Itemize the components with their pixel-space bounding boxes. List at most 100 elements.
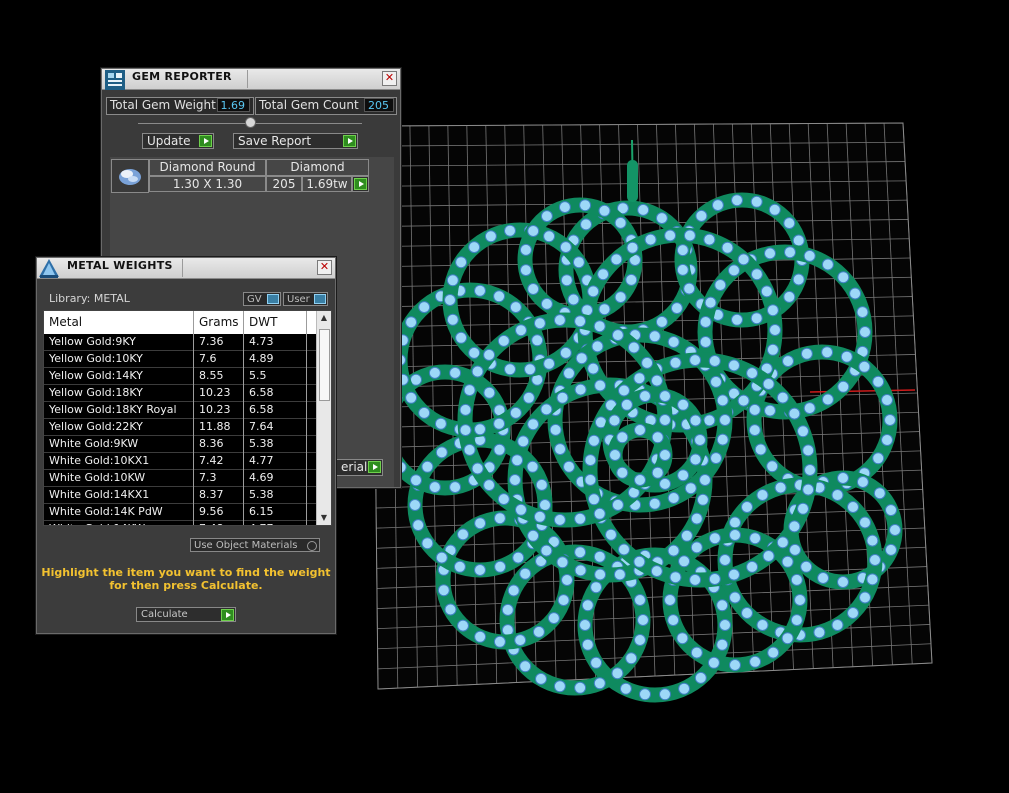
cell-metal: Yellow Gold:22KY bbox=[49, 420, 143, 433]
gem-count: 205 bbox=[266, 176, 302, 192]
user-label: User bbox=[287, 294, 310, 305]
table-row[interactable]: Yellow Gold:22KY 11.88 7.64 bbox=[44, 419, 316, 436]
close-icon[interactable]: ✕ bbox=[382, 71, 397, 86]
cell-grams: 8.36 bbox=[199, 437, 224, 450]
library-label: Library: METAL bbox=[49, 292, 130, 305]
metal-table-header: Metal Grams DWT bbox=[44, 311, 316, 333]
arrow-right-icon bbox=[343, 135, 356, 147]
table-row[interactable]: White Gold:10KX1 7.42 4.77 bbox=[44, 453, 316, 470]
cell-metal: White Gold:14KX1 bbox=[49, 488, 150, 501]
gem-detail-button[interactable] bbox=[352, 176, 369, 192]
save-report-label: Save Report bbox=[238, 134, 312, 148]
gem-weight: 1.69tw bbox=[302, 176, 352, 192]
material-button-label: erial bbox=[341, 460, 368, 474]
metal-table-scrollbar[interactable]: ▲ ▼ bbox=[316, 311, 331, 525]
cell-dwt: 4.77 bbox=[249, 522, 274, 525]
use-object-materials-label: Use Object Materials bbox=[194, 540, 298, 551]
update-label: Update bbox=[147, 134, 191, 148]
cell-grams: 7.6 bbox=[199, 352, 217, 365]
gv-label: GV bbox=[247, 294, 262, 305]
table-row[interactable]: Yellow Gold:18KY Royal 10.23 6.58 bbox=[44, 402, 316, 419]
total-gem-count-value: 205 bbox=[364, 98, 394, 112]
table-row[interactable]: Yellow Gold:9KY 7.36 4.73 bbox=[44, 334, 316, 351]
table-row[interactable]: White Gold:14K PdW 9.56 6.15 bbox=[44, 504, 316, 521]
cell-grams: 8.55 bbox=[199, 369, 224, 382]
table-row[interactable]: Yellow Gold:14KY 8.55 5.5 bbox=[44, 368, 316, 385]
hint-line-2: for then press Calculate. bbox=[109, 579, 263, 592]
column-metal[interactable]: Metal bbox=[49, 315, 82, 329]
cell-dwt: 4.69 bbox=[249, 471, 274, 484]
gem-reporter-titlebar[interactable]: GEM REPORTER ✕ bbox=[102, 69, 400, 90]
cell-metal: White Gold:9KW bbox=[49, 437, 139, 450]
gem-row[interactable]: Diamond Round Diamond 1.30 X 1.30 205 1.… bbox=[111, 159, 369, 193]
cell-grams: 7.3 bbox=[199, 471, 217, 484]
cell-dwt: 5.38 bbox=[249, 437, 274, 450]
table-row[interactable]: White Gold:9KW 8.36 5.38 bbox=[44, 436, 316, 453]
cell-metal: White Gold:14K PdW bbox=[49, 505, 163, 518]
cell-grams: 10.23 bbox=[199, 386, 231, 399]
cell-metal: Yellow Gold:18KY Royal bbox=[49, 403, 177, 416]
metal-weights-panel: METAL WEIGHTS ✕ Library: METAL GV User M… bbox=[36, 257, 336, 634]
gem-reporter-title: GEM REPORTER bbox=[132, 70, 232, 83]
cell-dwt: 6.58 bbox=[249, 403, 274, 416]
arrow-right-icon bbox=[354, 178, 367, 190]
cell-grams: 9.56 bbox=[199, 505, 224, 518]
use-object-materials-toggle[interactable]: Use Object Materials bbox=[190, 538, 320, 552]
gv-toggle[interactable]: GV bbox=[243, 292, 281, 306]
cell-metal: Yellow Gold:9KY bbox=[49, 335, 136, 348]
calculate-button[interactable]: Calculate bbox=[136, 607, 236, 622]
calculate-label: Calculate bbox=[141, 609, 188, 620]
scroll-up-icon[interactable]: ▲ bbox=[317, 311, 331, 325]
cell-dwt: 7.64 bbox=[249, 420, 274, 433]
gem-round-icon bbox=[111, 159, 149, 193]
hint-line-1: Highlight the item you want to find the … bbox=[41, 566, 331, 579]
table-row[interactable]: White Gold:14KW 7.48 4.77 bbox=[44, 521, 316, 525]
metal-weights-titlebar[interactable]: METAL WEIGHTS ✕ bbox=[37, 258, 335, 279]
cell-metal: White Gold:10KW bbox=[49, 471, 146, 484]
metal-weights-title: METAL WEIGHTS bbox=[67, 259, 173, 272]
user-toggle[interactable]: User bbox=[283, 292, 328, 306]
gem-material: Diamond bbox=[266, 159, 369, 176]
total-gem-weight-label: Total Gem Weight bbox=[110, 98, 216, 112]
gem-size: 1.30 X 1.30 bbox=[149, 176, 266, 192]
slider-handle-icon[interactable] bbox=[245, 117, 256, 128]
gem-reporter-app-icon bbox=[104, 69, 126, 91]
cell-grams: 7.36 bbox=[199, 335, 224, 348]
scroll-thumb[interactable] bbox=[319, 329, 330, 401]
close-icon[interactable]: ✕ bbox=[317, 260, 332, 275]
arrow-right-icon bbox=[368, 461, 381, 473]
cell-metal: Yellow Gold:10KY bbox=[49, 352, 143, 365]
metal-weights-app-icon bbox=[37, 257, 59, 279]
gem-shape: Diamond Round bbox=[149, 159, 266, 176]
table-row[interactable]: White Gold:10KW 7.3 4.69 bbox=[44, 470, 316, 487]
cell-metal: Yellow Gold:14KY bbox=[49, 369, 143, 382]
arrow-right-icon bbox=[221, 609, 234, 621]
column-dwt[interactable]: DWT bbox=[249, 315, 277, 329]
cell-dwt: 5.5 bbox=[249, 369, 267, 382]
update-button[interactable]: Update bbox=[142, 133, 214, 149]
material-button[interactable]: erial bbox=[336, 459, 383, 476]
cell-dwt: 4.77 bbox=[249, 454, 274, 467]
bail bbox=[627, 160, 638, 202]
cell-metal: Yellow Gold:18KY bbox=[49, 386, 143, 399]
arrow-right-icon bbox=[199, 135, 212, 147]
cell-grams: 7.42 bbox=[199, 454, 224, 467]
save-report-button[interactable]: Save Report bbox=[233, 133, 358, 149]
table-row[interactable]: Yellow Gold:10KY 7.6 4.89 bbox=[44, 351, 316, 368]
total-gem-count-label: Total Gem Count bbox=[259, 98, 359, 112]
metal-table[interactable]: Metal Grams DWT Yellow Gold:9KY 7.36 4.73 Y… bbox=[43, 310, 332, 526]
cell-metal: White Gold:10KX1 bbox=[49, 454, 150, 467]
cell-grams: 7.48 bbox=[199, 522, 224, 525]
radio-icon bbox=[307, 541, 317, 551]
scroll-down-icon[interactable]: ▼ bbox=[317, 511, 331, 525]
table-row[interactable]: White Gold:14KX1 8.37 5.38 bbox=[44, 487, 316, 504]
cell-dwt: 4.89 bbox=[249, 352, 274, 365]
table-row[interactable]: Yellow Gold:18KY 10.23 6.58 bbox=[44, 385, 316, 402]
cell-dwt: 6.15 bbox=[249, 505, 274, 518]
column-grams[interactable]: Grams bbox=[199, 315, 239, 329]
total-gem-weight-value: 1.69 bbox=[217, 98, 250, 112]
cell-dwt: 6.58 bbox=[249, 386, 274, 399]
cell-dwt: 4.73 bbox=[249, 335, 274, 348]
cell-dwt: 5.38 bbox=[249, 488, 274, 501]
cell-metal: White Gold:14KW bbox=[49, 522, 145, 525]
